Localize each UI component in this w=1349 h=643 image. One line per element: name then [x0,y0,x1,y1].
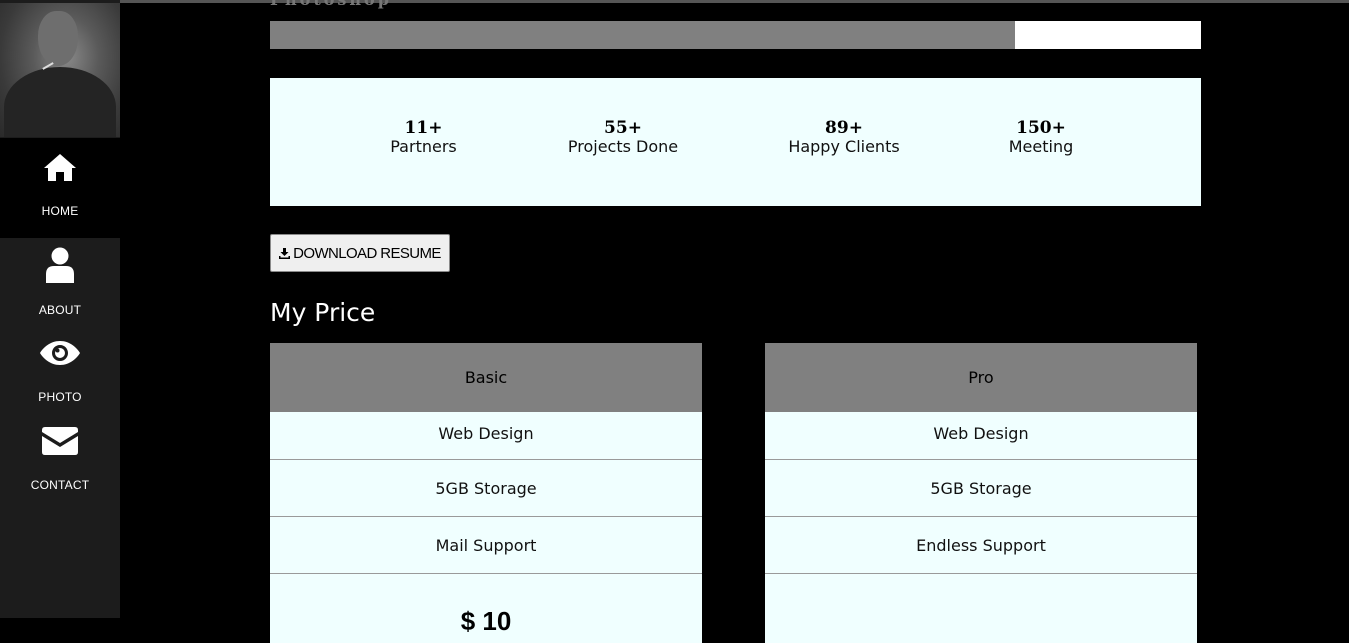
top-border [0,0,1349,3]
plan-feature-text: Mail Support [435,535,537,555]
stat-clients: 89+ Happy Clients [788,118,900,156]
plan-feature: Endless Support [765,517,1197,574]
plan-name: Pro [765,343,1197,412]
plan-feature: 5GB Storage [765,460,1197,517]
sidebar-item-label: ABOUT [38,303,82,317]
plan-feature-text: 5GB Storage [435,478,537,498]
sidebar-item-label: HOME [41,204,79,218]
stat-projects: 55+ Projects Done [567,118,679,156]
plan-feature-text: Endless Support [916,535,1046,555]
sidebar-item-label: CONTACT [30,478,90,492]
sidebar-item-about[interactable]: ABOUT [0,238,120,326]
stat-number: 150+ [1016,118,1066,138]
plan-name: Basic [270,343,702,412]
stat-partners: 11+ Partners [390,118,457,156]
avatar [0,3,120,137]
plan-feature-text: 5GB Storage [930,478,1032,498]
sidebar-item-contact[interactable]: CONTACT [0,414,120,502]
plan-feature-text: Web Design [933,424,1029,443]
stat-number: 89+ [825,118,863,138]
sidebar: HOME ABOUT PHOTO CONTACT [0,0,120,618]
plan-feature: Web Design [270,412,702,460]
sidebar-item-home[interactable]: HOME [0,138,120,238]
user-icon [46,247,74,283]
plan-feature: Mail Support [270,517,702,574]
plan-feature-text: Web Design [438,424,534,443]
price-card-basic: Basic Web Design 5GB Storage Mail Suppor… [270,343,702,643]
stat-label: Meeting [1008,137,1074,156]
plan-price: $ 10 [270,574,702,636]
stat-label: Partners [390,137,457,156]
stats-panel: 11+ Partners 55+ Projects Done 89+ Happy… [270,78,1201,206]
plan-price-text: $ 10 [460,606,512,636]
download-icon [279,247,291,259]
price-card-pro: Pro Web Design 5GB Storage Endless Suppo… [765,343,1197,643]
skill-progress-fill [270,21,1015,49]
stat-meeting: 150+ Meeting [1008,118,1074,156]
stat-number: 55+ [604,118,642,138]
stat-number: 11+ [404,118,443,138]
plan-price [765,574,1197,634]
home-icon [44,154,76,181]
stat-label: Happy Clients [788,137,900,156]
envelope-icon [42,427,78,455]
skill-label: Photoshop [270,0,392,9]
skill-progress-bar [270,21,1201,49]
pricing-title: My Price [270,298,376,327]
download-resume-label: DOWNLOAD RESUME [293,244,441,262]
plan-feature: 5GB Storage [270,460,702,517]
sidebar-item-label: PHOTO [38,390,82,404]
stat-label: Projects Done [567,137,679,156]
sidebar-item-photo[interactable]: PHOTO [0,326,120,414]
eye-icon [40,341,80,365]
download-resume-button[interactable]: DOWNLOAD RESUME [270,234,450,272]
plan-feature: Web Design [765,412,1197,460]
